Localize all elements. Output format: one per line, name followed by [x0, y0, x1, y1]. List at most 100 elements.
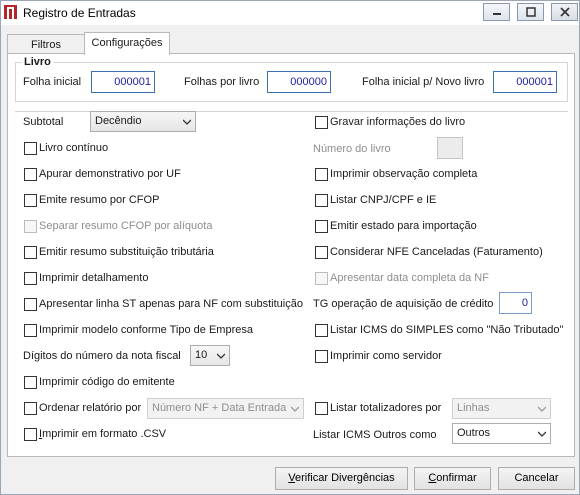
checkbox-box[interactable] [315, 219, 328, 233]
chevron-down-icon [538, 406, 546, 412]
apresentar-linha-st-checkbox[interactable]: Apresentar linha ST apenas para NF com s… [24, 296, 303, 312]
livro-group-title: Livro [22, 56, 53, 68]
chevron-down-icon [538, 431, 546, 437]
emite-resumo-cfop-label: Emite resumo por CFOP [39, 194, 160, 206]
subtotal-select[interactable]: Decêndio [90, 111, 196, 132]
ordenar-relatorio-label: Ordenar relatório por [39, 402, 142, 414]
folha-inicial-field[interactable]: 000001 [91, 71, 155, 93]
imprimir-codigo-emitente-label: Imprimir código do emitente [39, 376, 175, 388]
checkbox-box[interactable] [315, 245, 328, 259]
checkbox-box[interactable] [24, 427, 37, 441]
checkbox-box[interactable] [315, 193, 328, 207]
imprimir-detalhamento-checkbox[interactable]: Imprimir detalhamento [24, 270, 148, 286]
separar-resumo-cfop-checkbox: Separar resumo CFOP por alíquota [24, 218, 212, 234]
folha-inicial-novo-label: Folha inicial p/ Novo livro [362, 76, 485, 88]
title-bar: Registro de Entradas [1, 1, 579, 25]
considerar-nfe-label: Considerar NFE Canceladas (Faturamento) [330, 246, 543, 258]
folha-inicial-label: Folha inicial [23, 76, 82, 88]
checkbox-box[interactable] [315, 401, 328, 415]
imprimir-detalhamento-label: Imprimir detalhamento [39, 272, 149, 284]
listar-icms-simples-checkbox[interactable]: Listar ICMS do SIMPLES como "Não Tributa… [315, 322, 563, 338]
ordenar-relatorio-value: Número NF + Data Entrada [152, 402, 287, 414]
cancelar-button[interactable]: Cancelar [498, 467, 575, 490]
checkbox-box[interactable] [24, 323, 37, 337]
imprimir-observacao-label: Imprimir observação completa [330, 168, 478, 180]
close-icon [559, 7, 570, 17]
listar-cnpj-label: Listar CNPJ/CPF e IE [330, 194, 437, 206]
livro-group: Livro Folha inicial 000001 Folhas por li… [15, 56, 568, 102]
digitos-label: Dígitos do número da nota fiscal [23, 350, 181, 362]
minimize-icon [492, 13, 501, 15]
folhas-por-livro-label: Folhas por livro [184, 76, 260, 88]
imprimir-servidor-checkbox[interactable]: Imprimir como servidor [315, 348, 442, 364]
folhas-por-livro-field[interactable]: 000000 [267, 71, 331, 93]
listar-icms-outros-label: Listar ICMS Outros como [313, 429, 437, 441]
apurar-demonstrativo-checkbox[interactable]: Apurar demonstrativo por UF [24, 166, 181, 182]
ordenar-relatorio-checkbox[interactable]: Ordenar relatório por [24, 400, 141, 416]
subtotal-label: Subtotal [23, 116, 64, 128]
checkbox-box[interactable] [24, 401, 37, 415]
imprimir-modelo-checkbox[interactable]: Imprimir modelo conforme Tipo de Empresa [24, 322, 253, 338]
emitir-resumo-st-checkbox[interactable]: Emitir resumo substituição tributária [24, 244, 214, 260]
numero-livro-label: Número do livro [313, 143, 391, 155]
app-logo-icon [4, 5, 17, 19]
window-title: Registro de Entradas [23, 6, 136, 20]
tab-filtros[interactable]: Filtros [7, 34, 85, 54]
imprimir-csv-checkbox[interactable]: Imprimir em formato .CSV [24, 426, 166, 442]
maximize-icon [525, 7, 536, 17]
apresentar-data-label: Apresentar data completa da NF [330, 272, 489, 284]
listar-totalizadores-checkbox[interactable]: Listar totalizadores por [315, 400, 441, 416]
chevron-down-icon [291, 406, 299, 412]
emitir-estado-label: Emitir estado para importação [330, 220, 477, 232]
checkbox-box[interactable] [315, 167, 328, 181]
apurar-demonstrativo-label: Apurar demonstrativo por UF [39, 168, 181, 180]
checkbox-box[interactable] [24, 297, 37, 311]
checkbox-box[interactable] [315, 349, 328, 363]
subtotal-value: Decêndio [95, 115, 142, 127]
checkbox-box[interactable] [24, 375, 37, 389]
listar-totalizadores-label: Listar totalizadores por [330, 402, 442, 414]
livro-continuo-checkbox[interactable]: Livro contínuo [24, 140, 108, 156]
ordenar-relatorio-select: Número NF + Data Entrada [147, 398, 304, 419]
registro-entradas-window: Registro de Entradas Filtros Configuraçõ… [0, 0, 580, 495]
listar-totalizadores-select: Linhas [452, 398, 551, 419]
checkbox-box [24, 219, 37, 233]
emitir-estado-checkbox[interactable]: Emitir estado para importação [315, 218, 477, 234]
apresentar-data-checkbox: Apresentar data completa da NF [315, 270, 489, 286]
imprimir-observacao-checkbox[interactable]: Imprimir observação completa [315, 166, 477, 182]
listar-cnpj-checkbox[interactable]: Listar CNPJ/CPF e IE [315, 192, 436, 208]
listar-icms-outros-select[interactable]: Outros [452, 423, 551, 444]
close-button[interactable] [551, 3, 578, 21]
checkbox-box[interactable] [24, 271, 37, 285]
apresentar-linha-st-label: Apresentar linha ST apenas para NF com s… [39, 298, 303, 310]
checkbox-box[interactable] [24, 193, 37, 207]
gravar-informacoes-label: Gravar informações do livro [330, 116, 466, 128]
gravar-informacoes-checkbox[interactable]: Gravar informações do livro [315, 114, 465, 130]
confirmar-button[interactable]: Confirmar [414, 467, 491, 490]
chevron-down-icon [183, 119, 191, 125]
checkbox-box[interactable] [24, 245, 37, 259]
imprimir-codigo-emitente-checkbox[interactable]: Imprimir código do emitente [24, 374, 175, 390]
tab-configuracoes[interactable]: Configurações [84, 32, 170, 55]
emite-resumo-cfop-checkbox[interactable]: Emite resumo por CFOP [24, 192, 159, 208]
digitos-select[interactable]: 10 [190, 345, 230, 366]
folha-inicial-novo-field[interactable]: 000001 [493, 71, 557, 93]
minimize-button[interactable] [483, 3, 510, 21]
maximize-button[interactable] [517, 3, 544, 21]
tg-operacao-field[interactable]: 0 [499, 292, 532, 314]
checkbox-box[interactable] [315, 323, 328, 337]
imprimir-csv-label: Imprimir em formato .CSV [39, 428, 167, 440]
tg-operacao-label: TG operação de aquisição de crédito [313, 298, 494, 310]
checkbox-box [315, 271, 328, 285]
checkbox-box[interactable] [24, 167, 37, 181]
imprimir-servidor-label: Imprimir como servidor [330, 350, 442, 362]
emitir-resumo-st-label: Emitir resumo substituição tributária [39, 246, 214, 258]
listar-totalizadores-value: Linhas [457, 402, 490, 414]
checkbox-box[interactable] [315, 115, 328, 129]
separar-resumo-cfop-label: Separar resumo CFOP por alíquota [39, 220, 213, 232]
livro-continuo-label: Livro contínuo [39, 142, 109, 154]
checkbox-box[interactable] [24, 141, 37, 155]
considerar-nfe-checkbox[interactable]: Considerar NFE Canceladas (Faturamento) [315, 244, 543, 260]
verificar-divergencias-button[interactable]: Verificar Divergências [275, 467, 408, 490]
digitos-value: 10 [195, 349, 208, 361]
